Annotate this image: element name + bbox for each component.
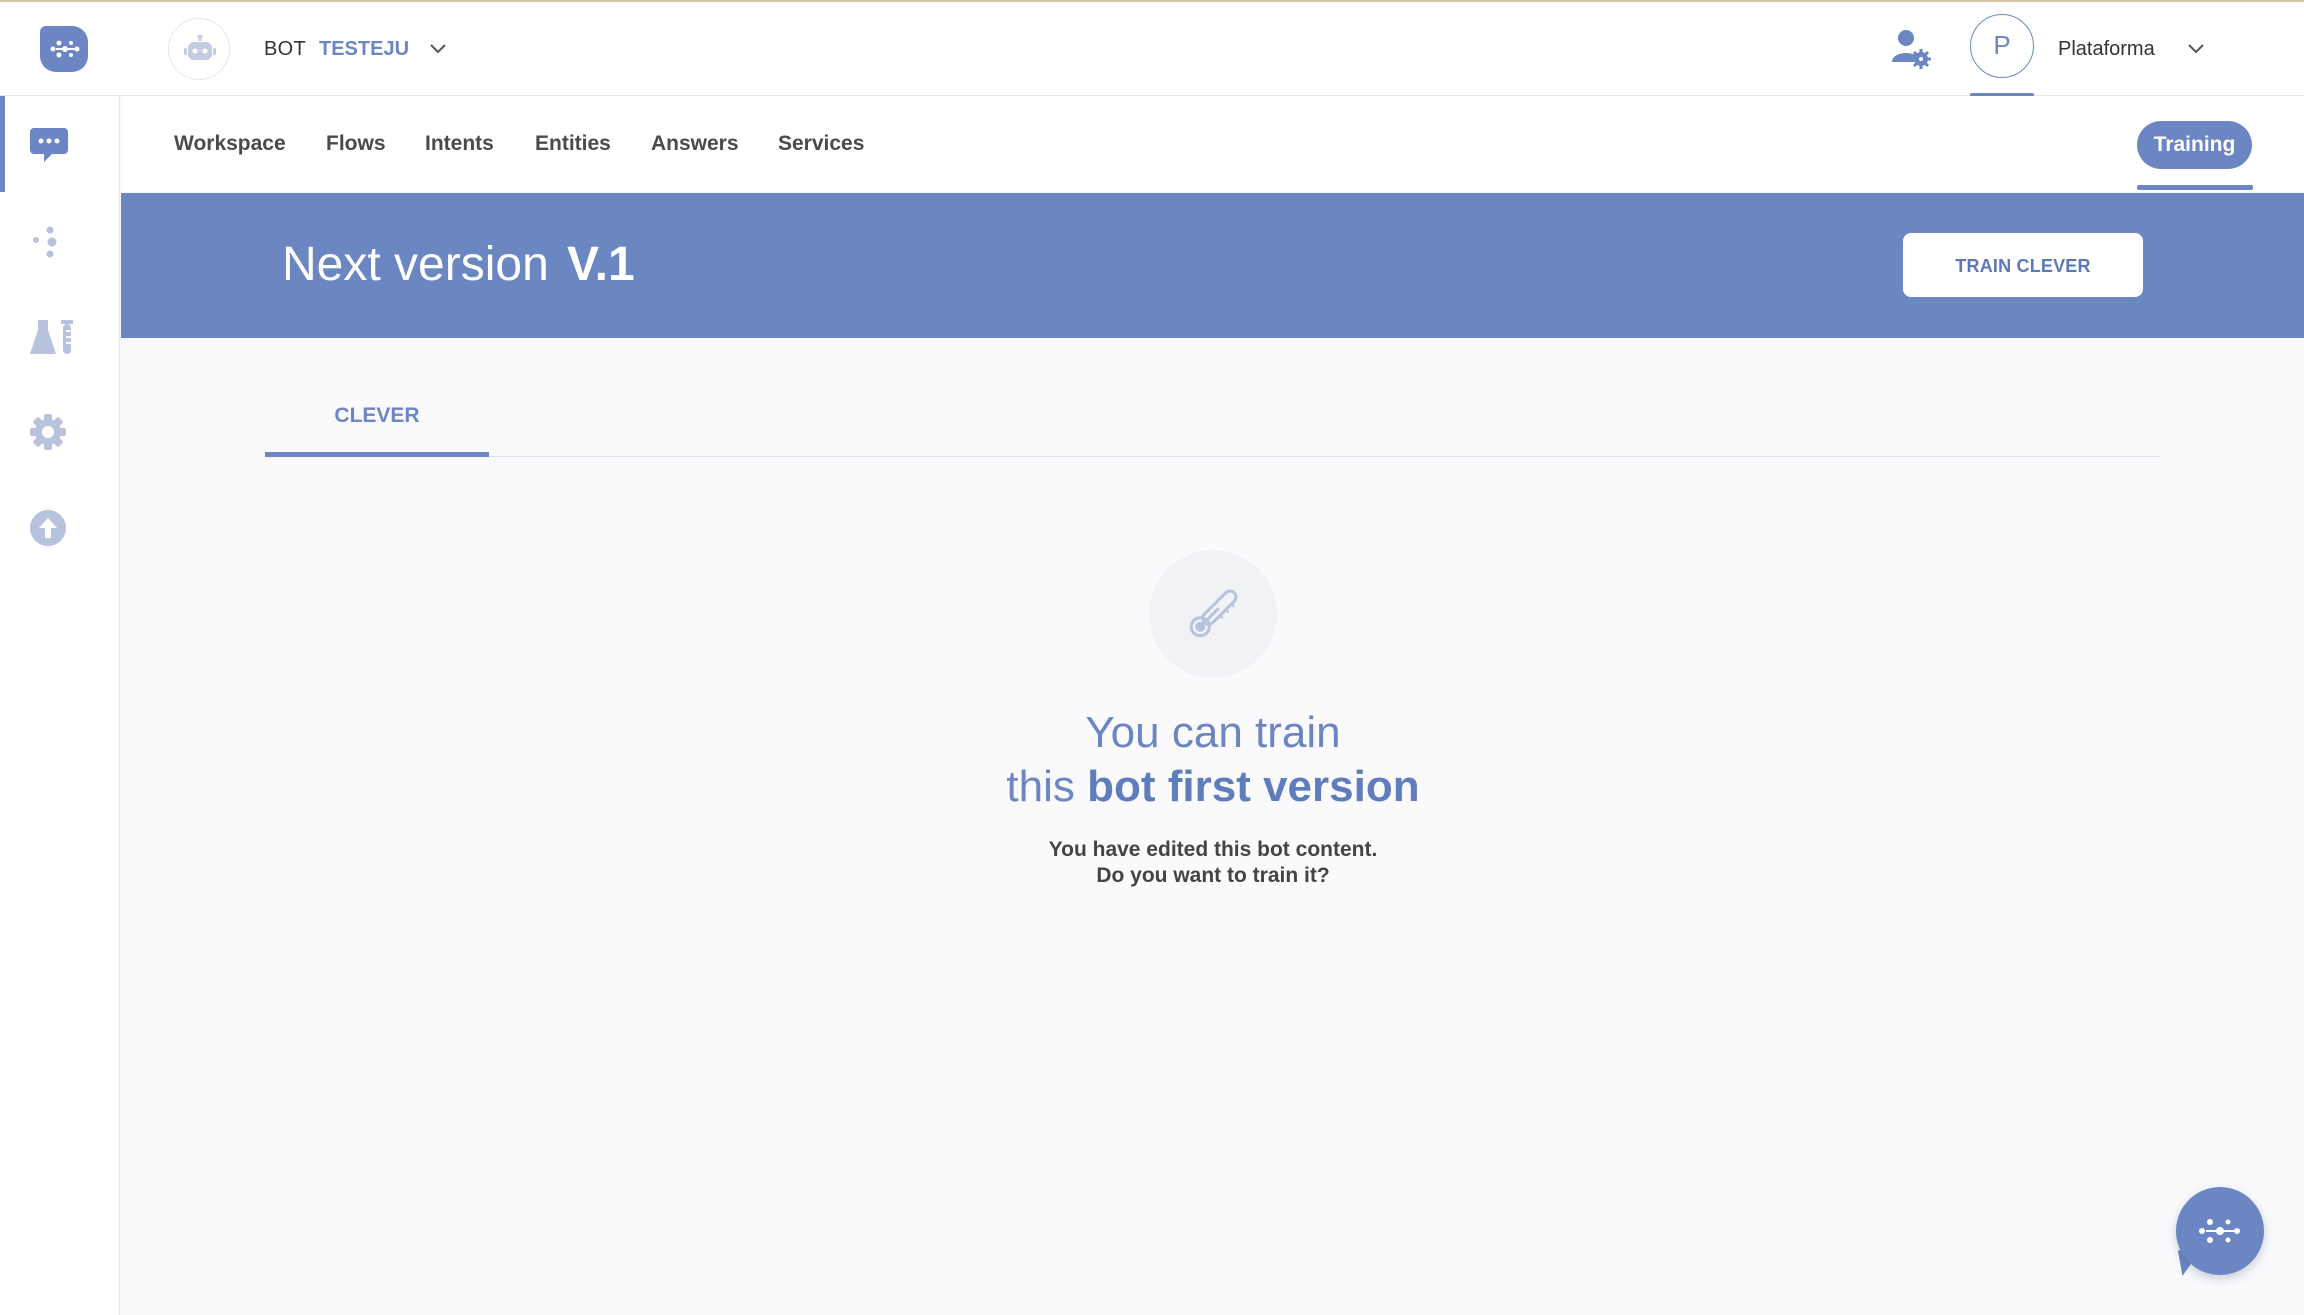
main-nav: Workspace Flows Intents Entities Answers… xyxy=(121,96,2304,192)
empty-state-headline-line1: You can train xyxy=(1085,708,1341,757)
empty-state-subtext-line2: Do you want to train it? xyxy=(1096,864,1330,887)
flows-icon xyxy=(33,226,57,258)
nav-flows[interactable]: Flows xyxy=(326,132,386,156)
sidebar-item-publish[interactable] xyxy=(0,480,120,576)
gear-icon xyxy=(30,414,66,450)
empty-state-subtext-line1: You have edited this bot content. xyxy=(1048,838,1378,861)
app-logo[interactable] xyxy=(40,26,88,72)
tabs-divider xyxy=(265,456,2160,457)
chevron-down-icon[interactable] xyxy=(428,42,448,56)
nav-training-underline xyxy=(2137,185,2253,190)
sidebar-item-lab[interactable] xyxy=(0,288,120,384)
chat-icon xyxy=(30,128,68,162)
nav-training[interactable]: Training xyxy=(2137,121,2252,169)
user-settings-icon[interactable] xyxy=(1890,28,1932,70)
thermometer-illustration xyxy=(1149,550,1277,678)
headline-plain-text: this xyxy=(1006,762,1088,811)
nav-services[interactable]: Services xyxy=(778,132,864,156)
chat-launcher-icon xyxy=(2199,1219,2240,1243)
banner-version: V.1 xyxy=(567,238,635,291)
nav-answers[interactable]: Answers xyxy=(651,132,739,156)
upload-icon xyxy=(30,510,66,546)
bot-avatar[interactable] xyxy=(168,18,230,80)
banner-label: Next version xyxy=(282,238,549,291)
nav-intents[interactable]: Intents xyxy=(425,132,494,156)
top-header: BOT TESTEJU P Plataforma xyxy=(0,2,2304,98)
bot-prefix-label: BOT xyxy=(264,38,307,60)
flask-icon xyxy=(30,320,73,354)
logo-icon xyxy=(50,40,80,58)
version-banner: Next version V.1 TRAIN CLEVER xyxy=(121,193,2304,338)
bot-name[interactable]: TESTEJU xyxy=(319,38,409,61)
sidebar-item-flows[interactable] xyxy=(0,192,120,288)
headline-strong-text: bot first version xyxy=(1087,762,1420,811)
train-clever-button[interactable]: TRAIN CLEVER xyxy=(1903,233,2143,297)
thermometer-icon xyxy=(1189,589,1238,638)
chat-launcher-button[interactable] xyxy=(2176,1187,2264,1275)
user-name[interactable]: Plataforma xyxy=(2058,38,2155,61)
nav-entities[interactable]: Entities xyxy=(535,132,611,156)
user-avatar[interactable]: P xyxy=(1970,14,2034,78)
robot-icon xyxy=(184,35,216,60)
empty-state-headline-line2: this bot first version xyxy=(813,762,1613,812)
tab-clever-underline xyxy=(265,452,489,457)
chevron-down-icon[interactable] xyxy=(2186,42,2206,56)
sidebar-item-chat[interactable] xyxy=(0,96,120,192)
left-sidebar xyxy=(0,96,120,1315)
tab-clever[interactable]: CLEVER xyxy=(265,404,489,428)
nav-workspace[interactable]: Workspace xyxy=(174,132,286,156)
sidebar-item-settings[interactable] xyxy=(0,384,120,480)
